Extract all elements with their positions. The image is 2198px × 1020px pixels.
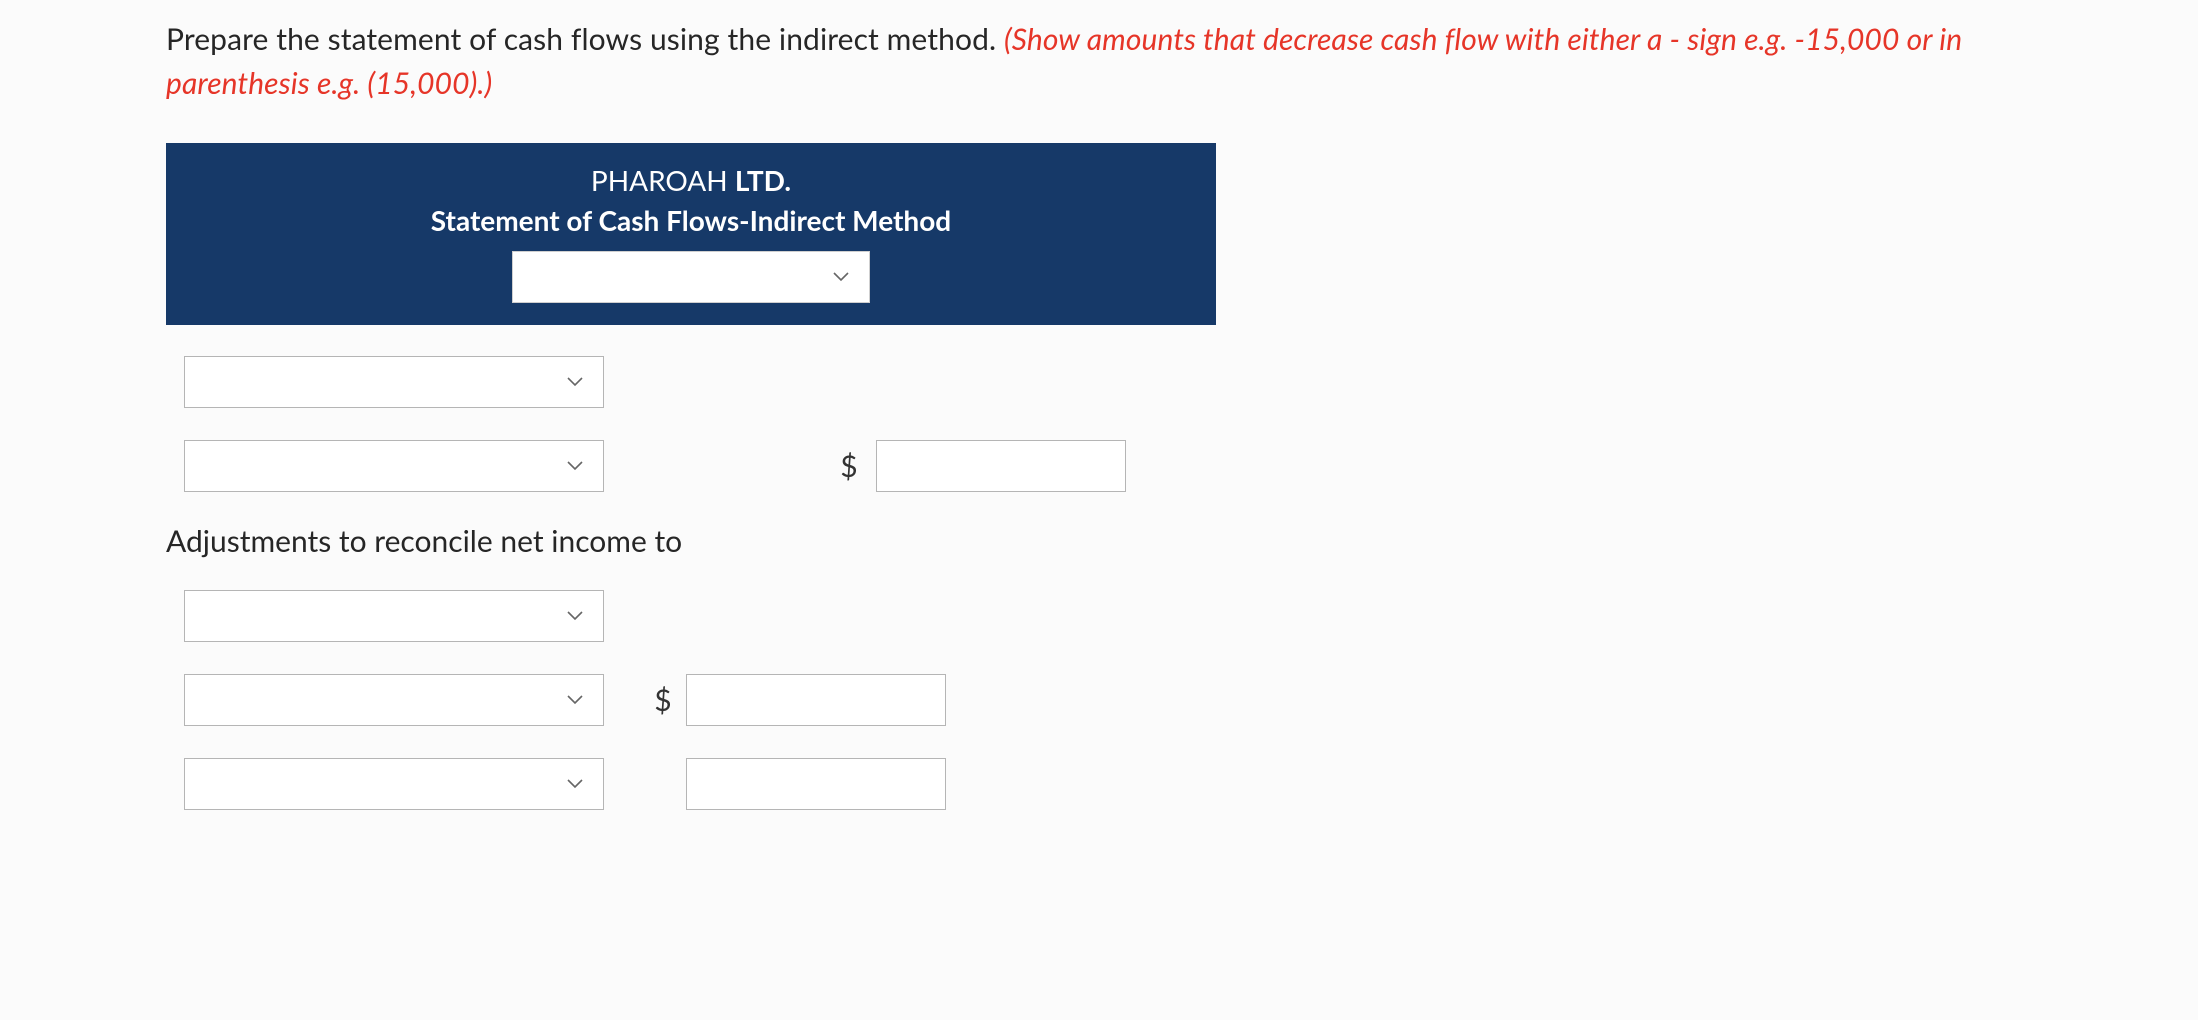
line5-select[interactable]: [184, 758, 604, 810]
chevron-down-icon: [565, 456, 585, 476]
line4-amount-input[interactable]: [686, 674, 946, 726]
line2-select[interactable]: [184, 440, 604, 492]
chevron-down-icon: [565, 372, 585, 392]
statement-title: Statement of Cash Flows-Indirect Method: [166, 203, 1216, 237]
line3-select[interactable]: [184, 590, 604, 642]
chevron-down-icon: [565, 690, 585, 710]
line5-amount-input[interactable]: [686, 758, 946, 810]
statement-header: PHAROAH LTD. Statement of Cash Flows-Ind…: [166, 143, 1216, 325]
dollar-sign: $: [834, 448, 864, 484]
instruction-lead: Prepare the statement of cash flows usin…: [166, 21, 1004, 57]
company-name-bold: LTD.: [735, 163, 791, 197]
line1-select[interactable]: [184, 356, 604, 408]
line2-amount-input[interactable]: [876, 440, 1126, 492]
dollar-sign: $: [648, 682, 678, 718]
adjustments-label: Adjustments to reconcile net income to: [166, 523, 2036, 559]
instruction-text: Prepare the statement of cash flows usin…: [166, 18, 2036, 105]
chevron-down-icon: [565, 774, 585, 794]
period-select[interactable]: [512, 251, 870, 303]
line4-select[interactable]: [184, 674, 604, 726]
company-name-pre: PHAROAH: [591, 163, 735, 197]
company-name: PHAROAH LTD.: [166, 163, 1216, 197]
chevron-down-icon: [831, 267, 851, 287]
chevron-down-icon: [565, 606, 585, 626]
